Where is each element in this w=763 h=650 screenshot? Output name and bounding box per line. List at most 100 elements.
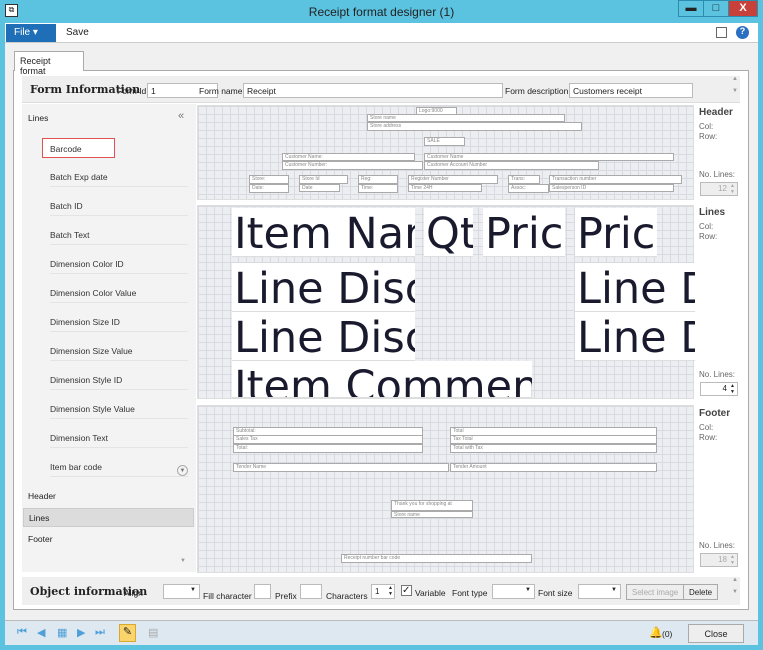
- header-field[interactable]: Store Id: [299, 175, 348, 184]
- variable-checkbox[interactable]: ✓: [401, 585, 412, 596]
- section-scroll-icon[interactable]: ▼: [180, 558, 186, 564]
- alerts-count[interactable]: (0): [662, 629, 672, 639]
- scroll-down-icon[interactable]: ▼: [177, 465, 188, 476]
- stepper-arrows-icon[interactable]: ▲ ▼: [730, 183, 735, 195]
- line-field[interactable]: Price: [575, 208, 657, 257]
- header-field[interactable]: Time:: [358, 184, 398, 193]
- characters-stepper[interactable]: 1 ▲ ▼: [371, 584, 395, 599]
- line-field[interactable]: Line D: [575, 312, 695, 361]
- next-record-icon[interactable]: ▶: [77, 626, 85, 639]
- footer-field[interactable]: Tender Name: [233, 463, 449, 472]
- layout-icon[interactable]: [716, 27, 727, 38]
- object-info-scrollbar[interactable]: ▲ ▼: [730, 577, 740, 605]
- tab-receipt-format[interactable]: Receipt format: [14, 51, 84, 76]
- footer-field[interactable]: Receipt number bar code: [341, 554, 532, 563]
- header-no-lines-label: No. Lines:: [699, 170, 736, 179]
- lines-no-lines-stepper[interactable]: 4 ▲ ▼: [700, 382, 738, 396]
- field-list-item[interactable]: Dimension Style Value: [50, 399, 188, 419]
- variable-label: Variable: [415, 588, 446, 598]
- footer-field[interactable]: Tax Total: [450, 435, 657, 444]
- delete-button[interactable]: Delete: [683, 584, 719, 600]
- header-field[interactable]: Assoc:: [508, 184, 549, 193]
- stepper-arrows-icon[interactable]: ▲ ▼: [730, 554, 735, 566]
- line-field[interactable]: Qty: [424, 208, 473, 257]
- footer-field[interactable]: Store name: [391, 511, 473, 518]
- header-field[interactable]: Transaction number: [549, 175, 682, 184]
- field-list-item[interactable]: Dimension Size ID: [50, 312, 188, 332]
- field-list-item[interactable]: Item bar code: [50, 457, 188, 477]
- lines-canvas[interactable]: Item NameQtyPricePriceLine DiscountLine …: [197, 205, 695, 399]
- field-list-item[interactable]: Batch Exp date: [50, 167, 188, 187]
- font-size-dropdown[interactable]: ▼: [578, 584, 621, 599]
- header-field[interactable]: Salesperson ID: [549, 184, 674, 192]
- header-field[interactable]: Customer Name: [424, 153, 674, 161]
- header-field[interactable]: Store name: [367, 114, 565, 122]
- header-field[interactable]: Customer Number:: [282, 161, 423, 170]
- header-field[interactable]: Store:: [249, 175, 289, 184]
- footer-no-lines-stepper[interactable]: 18 ▲ ▼: [700, 553, 738, 567]
- field-list-item[interactable]: Dimension Size Value: [50, 341, 188, 361]
- header-field[interactable]: Date: [299, 184, 340, 192]
- header-field[interactable]: SALE: [424, 137, 465, 146]
- first-record-icon[interactable]: ⏮: [17, 626, 27, 639]
- field-list-item[interactable]: Dimension Style ID: [50, 370, 188, 390]
- header-field[interactable]: Time 24H: [408, 184, 482, 192]
- save-button[interactable]: Save: [66, 27, 89, 38]
- minimize-button[interactable]: ▬: [678, 0, 704, 17]
- header-canvas[interactable]: Logo:9000 Store name Store address SALE Cust…: [197, 105, 694, 200]
- help-icon[interactable]: ?: [736, 26, 749, 39]
- header-field[interactable]: Reg:: [358, 175, 398, 184]
- section-lines[interactable]: Lines: [23, 508, 194, 527]
- close-button[interactable]: Close: [688, 624, 744, 643]
- header-field[interactable]: Register Number: [408, 175, 498, 184]
- line-field[interactable]: Line Discount: [232, 312, 415, 361]
- select-image-button[interactable]: Select image: [626, 584, 685, 600]
- last-record-icon[interactable]: ⏭: [95, 626, 105, 639]
- section-footer[interactable]: Footer: [28, 534, 53, 544]
- form-description-input[interactable]: Customers receipt: [569, 83, 693, 98]
- maximize-button[interactable]: □: [703, 0, 729, 17]
- header-field[interactable]: Customer Account Number: [424, 161, 599, 170]
- edit-pencil-icon[interactable]: ✎: [119, 624, 136, 642]
- form-info-scrollbar[interactable]: ▲ ▼: [730, 76, 740, 103]
- footer-field[interactable]: Total:: [233, 444, 423, 453]
- line-field[interactable]: Line Discount: [232, 263, 415, 312]
- line-field[interactable]: Line D: [575, 263, 695, 312]
- footer-canvas[interactable]: Subtotal: Sales Tax Total: Total Tax Total To…: [197, 405, 694, 573]
- bell-icon[interactable]: 🔔: [649, 626, 663, 639]
- line-field[interactable]: Price: [483, 208, 565, 257]
- prefix-input[interactable]: [300, 584, 322, 599]
- footer-field[interactable]: Thank you for shopping at: [391, 500, 473, 511]
- footer-field[interactable]: Total with Tax: [450, 444, 657, 453]
- header-field[interactable]: Date:: [249, 184, 289, 193]
- grid-icon[interactable]: ▦: [57, 626, 67, 639]
- align-dropdown[interactable]: ▼: [163, 584, 200, 599]
- attachment-icon[interactable]: ▤: [148, 626, 158, 639]
- section-header[interactable]: Header: [28, 491, 56, 501]
- previous-record-icon[interactable]: ◀: [37, 626, 45, 639]
- header-field[interactable]: Customer Name:: [282, 153, 415, 161]
- file-menu-button[interactable]: File ▾: [6, 24, 56, 42]
- line-field[interactable]: Item Name: [232, 208, 415, 257]
- field-list-item[interactable]: Dimension Text: [50, 428, 188, 448]
- field-list-item[interactable]: Dimension Color ID: [50, 254, 188, 274]
- characters-value: 1: [375, 587, 380, 596]
- title-bar: ⧉ Receipt format designer (1) ▬ □ X: [0, 0, 763, 23]
- footer-field[interactable]: Sales Tax: [233, 435, 423, 444]
- fill-character-input[interactable]: [254, 584, 271, 599]
- field-list-item[interactable]: Barcode: [42, 138, 115, 158]
- footer-field[interactable]: Tender Amount: [450, 463, 657, 472]
- field-list-item[interactable]: Batch Text: [50, 225, 188, 245]
- line-field[interactable]: Item Comment: [232, 361, 532, 398]
- header-no-lines-stepper[interactable]: 12 ▲ ▼: [700, 182, 738, 196]
- font-type-dropdown[interactable]: ▼: [492, 584, 535, 599]
- stepper-arrows-icon[interactable]: ▲ ▼: [730, 383, 735, 395]
- field-list-item[interactable]: Batch ID: [50, 196, 188, 216]
- field-list-item[interactable]: Dimension Color Value: [50, 283, 188, 303]
- form-name-input[interactable]: Receipt: [243, 83, 503, 98]
- header-field[interactable]: Trans:: [508, 175, 540, 184]
- header-field[interactable]: Store address: [367, 122, 582, 131]
- collapse-icon[interactable]: «: [178, 110, 184, 122]
- font-size-label: Font size: [538, 588, 573, 598]
- close-window-button[interactable]: X: [728, 0, 758, 17]
